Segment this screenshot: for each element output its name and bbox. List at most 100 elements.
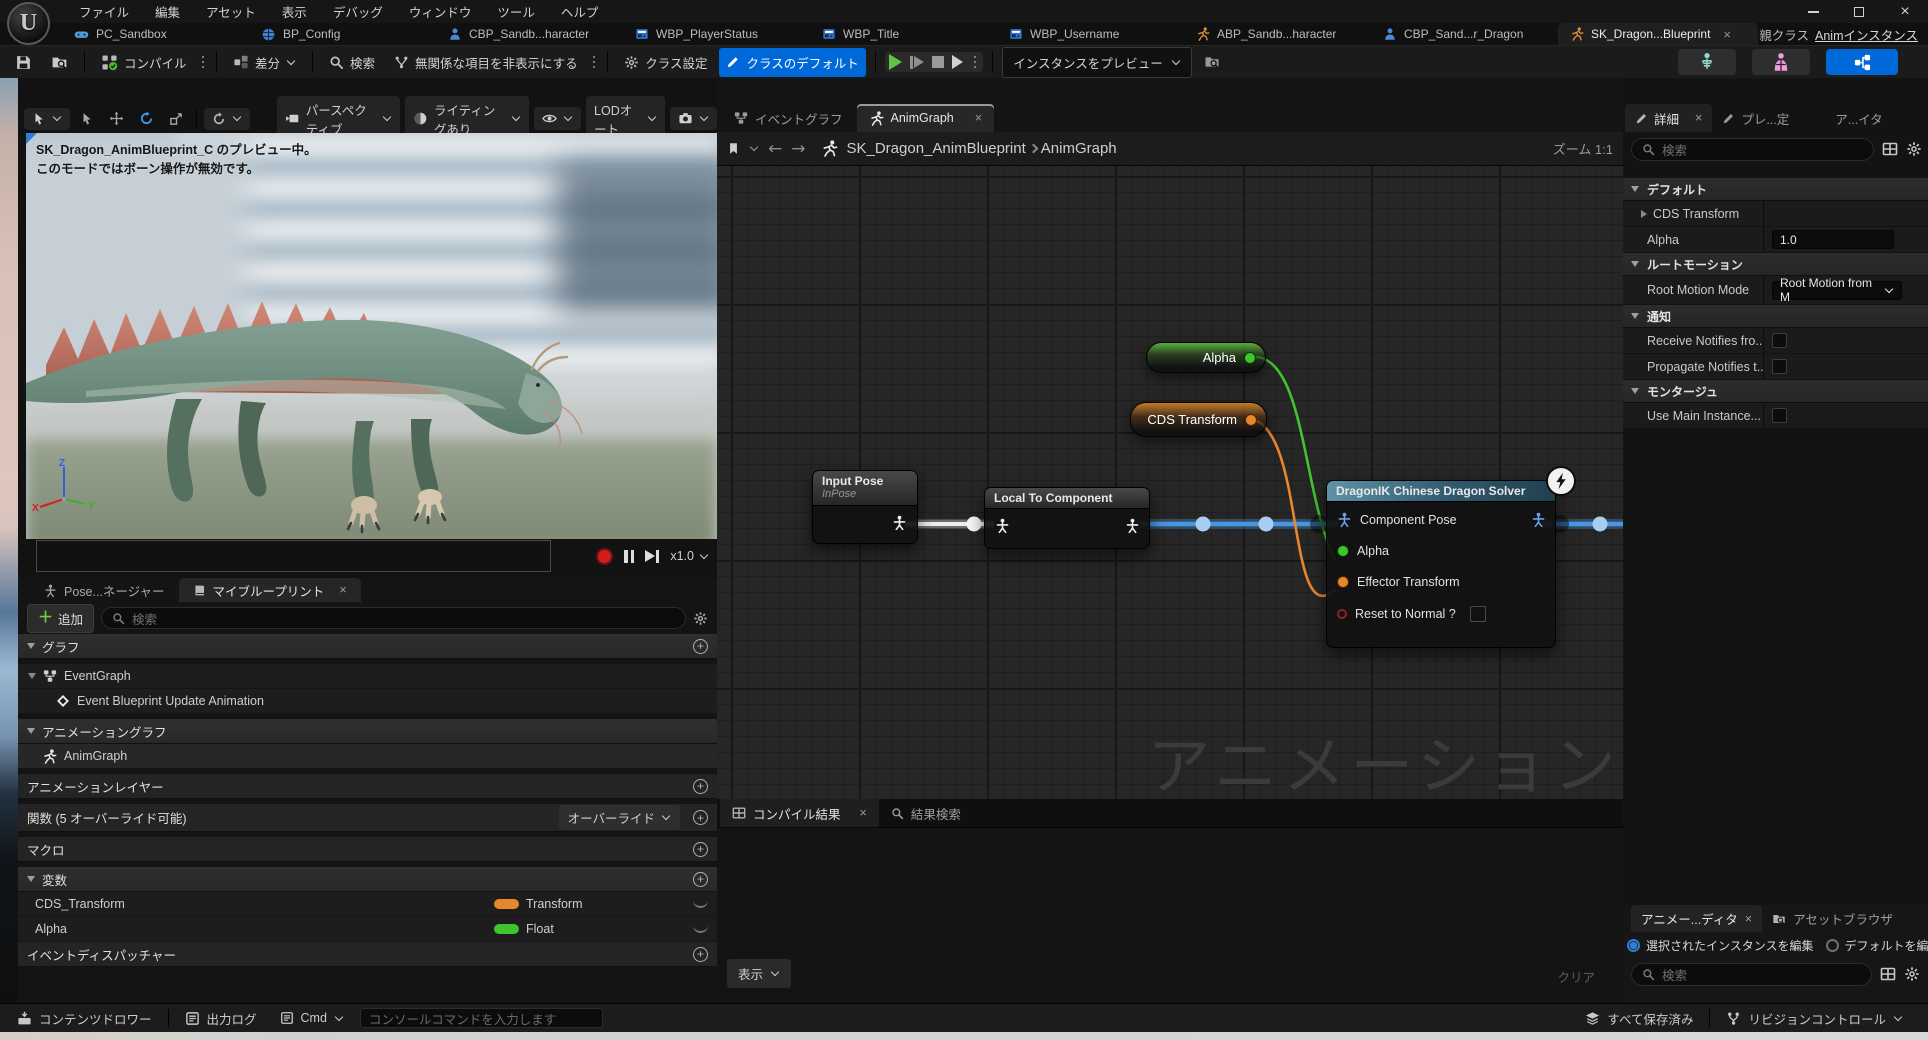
tab-my-blueprint[interactable]: マイブループリント ×: [179, 578, 361, 602]
class-settings-button[interactable]: クラス設定: [617, 48, 714, 77]
transform-tool-dropdown[interactable]: [24, 108, 70, 130]
play-options-icon[interactable]: [974, 56, 977, 69]
cmd-dropdown[interactable]: Cmd: [273, 1011, 351, 1025]
tab-asset-details[interactable]: ア...イタ: [1825, 104, 1892, 132]
node-cds-transform-variable[interactable]: CDS Transform: [1130, 402, 1267, 437]
root-motion-mode-dropdown[interactable]: Root Motion from M: [1772, 281, 1902, 300]
reset-to-normal-input-pin[interactable]: [1337, 609, 1347, 619]
use-main-instance-checkbox[interactable]: [1772, 408, 1787, 423]
console-command-input[interactable]: コンソールコマンドを入力します: [360, 1008, 603, 1028]
tab-event-graph[interactable]: イベントグラフ: [722, 104, 855, 132]
tab-anim-editor[interactable]: アニメー...ディタ ×: [1631, 905, 1762, 932]
tab-compile-results[interactable]: コンパイル結果 ×: [720, 799, 879, 827]
eye-closed-icon[interactable]: [693, 900, 708, 908]
skeleton-mode-button[interactable]: [1678, 49, 1736, 75]
section-macros[interactable]: マクロ+: [18, 837, 717, 862]
menu-edit[interactable]: 編集: [142, 2, 193, 21]
menu-debug[interactable]: デバッグ: [320, 2, 396, 21]
asset-tab-cbp-sand-dragon[interactable]: CBP_Sand...r_Dragon: [1371, 23, 1558, 45]
row-variable-cds-transform[interactable]: CDS_Transform Transform: [18, 892, 717, 917]
hide-unrelated-button[interactable]: 無関係な項目を非表示にする: [387, 48, 585, 77]
section-notify[interactable]: 通知: [1623, 305, 1928, 328]
scale-tool[interactable]: [164, 107, 189, 130]
stop-icon[interactable]: [932, 56, 944, 68]
play-icon[interactable]: [889, 54, 902, 70]
hide-unrelated-options-icon[interactable]: [593, 56, 596, 69]
node-local-to-component[interactable]: Local To Component: [984, 487, 1150, 549]
variable-type-pill[interactable]: [494, 924, 519, 934]
tab-pose-watch-manager[interactable]: Pose...ネージャー: [30, 578, 179, 602]
node-dragonik-solver[interactable]: DragonIK Chinese Dragon Solver Component…: [1326, 480, 1556, 648]
compile-options-icon[interactable]: [202, 56, 205, 69]
blueprint-mode-button[interactable]: [1826, 49, 1898, 75]
content-drawer-button[interactable]: コンテンツドロワー: [10, 1009, 159, 1028]
step-forward-icon[interactable]: [645, 550, 659, 563]
close-tab-icon[interactable]: ×: [339, 583, 346, 597]
asset-tab-cbp-sandbox-character[interactable]: CBP_Sandb...haracter: [436, 23, 623, 45]
parent-class-link[interactable]: Animインスタンス: [1815, 25, 1918, 44]
add-macro-icon[interactable]: +: [693, 842, 708, 857]
timeline-scrubber[interactable]: [36, 540, 551, 572]
row-variable-alpha[interactable]: Alpha Float: [18, 917, 717, 942]
breadcrumb-root[interactable]: SK_Dragon_AnimBlueprint: [847, 140, 1026, 157]
section-functions[interactable]: 関数 (5 オーバーライド可能) オーバーライド +: [18, 804, 717, 832]
prop-row-cds-transform[interactable]: CDS Transform: [1623, 201, 1928, 227]
property-matrix-icon[interactable]: [1880, 966, 1896, 982]
add-graph-icon[interactable]: +: [693, 639, 708, 654]
browse-asset-button[interactable]: [44, 49, 75, 76]
add-button[interactable]: ＋追加: [27, 604, 94, 633]
section-montage[interactable]: モンタージュ: [1623, 380, 1928, 403]
prop-row-receive-notifies[interactable]: Receive Notifies fro...: [1623, 328, 1928, 354]
prop-row-alpha[interactable]: Alpha 1.0: [1623, 227, 1928, 253]
row-event-graph[interactable]: EventGraph: [18, 664, 717, 689]
back-icon[interactable]: ←: [768, 139, 782, 159]
alpha-output-pin[interactable]: [1244, 352, 1256, 364]
section-default[interactable]: デフォルト: [1623, 178, 1928, 201]
gear-icon[interactable]: [1906, 141, 1922, 157]
asset-tab-wbp-playerstatus[interactable]: WBP_PlayerStatus: [623, 23, 810, 45]
tab-anim-graph[interactable]: AnimGraph ×: [857, 104, 995, 132]
class-defaults-button[interactable]: クラスのデフォルト: [719, 48, 865, 77]
menu-tools[interactable]: ツール: [484, 2, 548, 21]
menu-view[interactable]: 表示: [269, 2, 320, 21]
add-function-icon[interactable]: +: [693, 810, 708, 825]
eye-closed-icon[interactable]: [693, 925, 708, 933]
close-tab-icon[interactable]: ×: [1723, 27, 1731, 42]
details-search-input[interactable]: 検索: [1631, 138, 1874, 161]
edit-selected-instance-radio[interactable]: [1627, 939, 1640, 952]
close-tab-icon[interactable]: ×: [860, 806, 867, 820]
add-dispatcher-icon[interactable]: +: [693, 947, 708, 962]
clear-button[interactable]: クリア: [1557, 967, 1595, 986]
find-button[interactable]: 検索: [322, 48, 382, 77]
my-blueprint-search-input[interactable]: 検索: [101, 607, 686, 629]
menu-file[interactable]: ファイル: [66, 2, 142, 21]
pose-output-pin[interactable]: [1125, 518, 1140, 533]
tab-find-results[interactable]: 結果検索: [879, 799, 973, 827]
effector-transform-input-pin[interactable]: [1337, 576, 1349, 588]
anim-search-input[interactable]: 検索: [1631, 963, 1872, 986]
minimize-button[interactable]: [1790, 0, 1836, 23]
add-anim-layer-icon[interactable]: +: [693, 779, 708, 794]
section-animation-layers[interactable]: アニメーションレイヤー+: [18, 774, 717, 799]
graph-canvas[interactable]: アニメーション Alpha: [717, 166, 1623, 803]
output-log-button[interactable]: 出力ログ: [178, 1009, 264, 1028]
asset-tab-pc-sandbox[interactable]: PC_Sandbox: [62, 23, 249, 45]
propagate-notifies-checkbox[interactable]: [1772, 359, 1787, 374]
add-variable-icon[interactable]: +: [693, 872, 708, 887]
preview-instance-dropdown[interactable]: インスタンスをプレビュー: [1002, 47, 1192, 78]
rotate-tool[interactable]: [134, 107, 159, 130]
asset-tab-wbp-title[interactable]: WBP_Title: [810, 23, 997, 45]
asset-tab-wbp-username[interactable]: WBP_Username: [997, 23, 1184, 45]
row-anim-graph[interactable]: AnimGraph: [18, 744, 717, 769]
pause-icon[interactable]: [624, 550, 634, 563]
move-tool[interactable]: [104, 107, 129, 130]
save-button[interactable]: [8, 49, 39, 76]
menu-window[interactable]: ウィンドウ: [396, 2, 485, 21]
pose-output-pin[interactable]: [892, 515, 907, 530]
screenshot-dropdown[interactable]: [670, 107, 717, 130]
viewport-3d-view[interactable]: SK_Dragon_AnimBlueprint_C のプレビュー中。 このモード…: [26, 133, 717, 539]
tab-details[interactable]: 詳細 ×: [1625, 104, 1712, 132]
select-tool[interactable]: [75, 108, 99, 130]
section-event-dispatchers[interactable]: イベントディスパッチャー+: [18, 942, 717, 967]
maximize-button[interactable]: [1836, 0, 1882, 23]
